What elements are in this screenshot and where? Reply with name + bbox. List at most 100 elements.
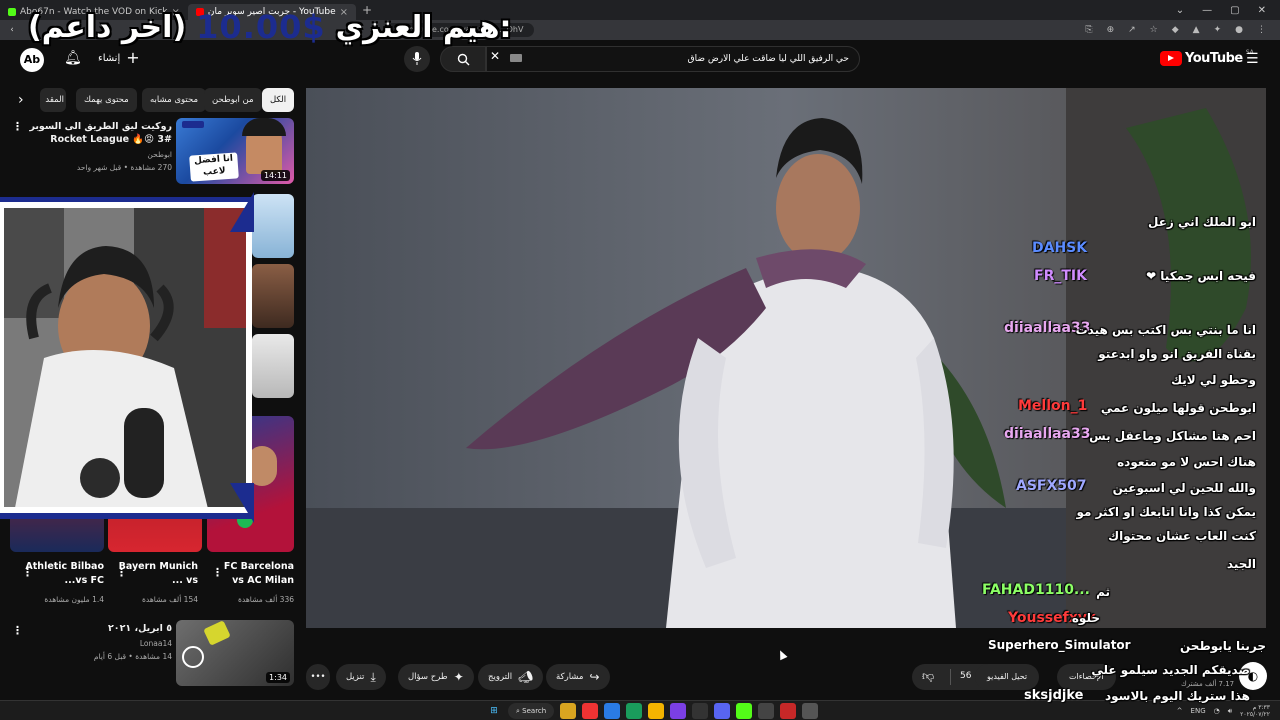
dislike-icon[interactable]: 👎︎ (922, 669, 934, 684)
short-thumbnail[interactable] (252, 264, 294, 328)
chat-username: Superhero_Simulator (988, 638, 1131, 652)
channel-name[interactable]: Lonaa14 (26, 638, 172, 649)
app-icon[interactable] (802, 703, 819, 719)
obs-icon[interactable] (780, 703, 797, 719)
bookmark-icon[interactable]: ☆ (1150, 25, 1158, 35)
close-window-icon[interactable]: ✕ (1258, 5, 1266, 16)
download-button[interactable]: تنزيل ⤓ (336, 664, 386, 690)
menu-icon[interactable]: ⋮ (1257, 25, 1266, 35)
promote-button[interactable]: الترويج 📣︎ (478, 664, 544, 690)
chat-message: حلوه (1071, 611, 1100, 625)
search-input[interactable]: حي الرفيق اللي ليا ضاقت علي الارض ضاق (486, 46, 860, 72)
chat-message: ابوطحن قولها ميلون عمي (1100, 401, 1256, 415)
zoom-icon[interactable]: ⊕ (1107, 25, 1115, 35)
discord-icon[interactable] (714, 703, 731, 719)
more-options-icon[interactable]: ⋮ (22, 566, 33, 579)
chat-message: ابو الملك اني زعل (1148, 215, 1256, 229)
video-title[interactable]: روكيت ليق الطريق الى السوبر #3 😡🔥 Rocket… (26, 120, 172, 146)
youtube-play-icon (1160, 51, 1182, 66)
promote-label: الترويج (488, 672, 513, 682)
edit-video-button[interactable]: تحيل الفيديو (975, 664, 1040, 690)
chip[interactable]: محتوى يهمك (76, 88, 137, 112)
browser-icon[interactable] (582, 703, 599, 719)
chip[interactable]: محتوى مشابه (142, 88, 206, 112)
kick-icon[interactable] (736, 703, 753, 719)
like-count: 56 (960, 671, 972, 681)
chat-message: يمكن كذا وانا اتابعك او اكثر مو (1076, 505, 1256, 519)
video-meta: 270 مشاهدة • قبل شهر واحد (76, 163, 172, 172)
more-options-icon[interactable]: ⋮ (12, 120, 23, 133)
search-icon (457, 53, 469, 65)
tab-search-icon[interactable]: ⌄ (1176, 5, 1184, 16)
youtube-logo[interactable]: YouTube SA (1160, 49, 1254, 66)
chat-message: هناك احس لا مو متعوده (1117, 455, 1256, 469)
mouse-cursor-icon (776, 648, 788, 661)
channel-name[interactable]: ابوطحن (26, 149, 172, 160)
store-icon[interactable] (604, 703, 621, 719)
video-title[interactable]: ٥ ابريل، ٢٠٢١ (26, 622, 172, 635)
streamer-webcam-overlay (0, 192, 254, 523)
donation-note: (اخر داعم) (28, 9, 187, 45)
windows-start-icon[interactable]: ⊞ (486, 703, 502, 719)
short-title[interactable]: Athletic Bilbao vs FC... (24, 560, 104, 588)
taskbar-search[interactable]: ⌕ Search (508, 703, 555, 719)
hamburger-menu-icon[interactable]: ☰ (1246, 51, 1259, 67)
chip-all[interactable]: الكل (262, 88, 295, 112)
donor-name: هيم العنزي: (335, 9, 512, 45)
more-options-icon[interactable]: ⋮ (212, 566, 223, 579)
wifi-icon[interactable]: ◔ (1214, 707, 1220, 715)
avatar[interactable]: Ab (20, 48, 44, 72)
short-thumbnail[interactable] (252, 334, 294, 398)
file-explorer-icon[interactable] (560, 703, 577, 719)
app-icon[interactable] (758, 703, 775, 719)
clock[interactable]: ٣:٣٣ م ٢٠٢٥/٠٧/٢٢ (1240, 704, 1270, 718)
short-title[interactable]: FC Barcelona vs AC Milan (214, 560, 294, 588)
chrome-icon[interactable] (648, 703, 665, 719)
edge-icon[interactable] (626, 703, 643, 719)
chevron-up-icon[interactable]: ^ (1177, 707, 1183, 715)
short-title[interactable]: Bayern Munich vs ... (118, 560, 198, 588)
chip[interactable]: المقد (40, 88, 66, 112)
extension-icon[interactable]: ◆ (1172, 25, 1179, 35)
keyboard-icon[interactable] (510, 54, 522, 62)
extensions-icon[interactable]: ✦ (1214, 25, 1222, 35)
back-icon[interactable]: ‹ (0, 25, 24, 35)
more-options-icon[interactable]: ⋮ (12, 624, 23, 637)
app-icon[interactable] (692, 703, 709, 719)
chat-username: FR_TIK (1034, 268, 1087, 284)
chat-message: فيحه ابس جمكيا ❤ (1146, 269, 1256, 283)
live-chat-overlay: DAHSK ابو الملك اني زعل FR_TIK فيحه ابس … (960, 210, 1270, 630)
chip[interactable]: من ابوطحن (204, 88, 262, 112)
clock-date: ٢٠٢٥/٠٧/٢٢ (1240, 711, 1270, 718)
chat-message: جربنا يابوطحن (1180, 639, 1266, 653)
notifications-bell-icon[interactable]: 🔔︎ (64, 50, 82, 66)
chat-message: صديقكم الجديد سيلمو علي (1091, 663, 1250, 677)
chat-username: Mellon_1 (1018, 398, 1088, 414)
short-thumbnail[interactable] (252, 194, 294, 258)
chat-username: DAHSK (1032, 240, 1088, 256)
share-icon[interactable]: ↗ (1128, 25, 1136, 35)
create-button[interactable]: إنشاء + (98, 50, 140, 66)
maximize-icon[interactable]: ▢ (1230, 5, 1239, 16)
video-thumbnail[interactable]: 1:34 (176, 620, 294, 686)
minimize-icon[interactable]: — (1202, 5, 1212, 16)
more-actions-button[interactable]: ••• (306, 664, 330, 690)
list-item[interactable]: انا افضل لاعب 14:11 روكيت ليق الطريق الى… (0, 116, 300, 188)
volume-icon[interactable]: 🔊︎ (1228, 707, 1232, 716)
chat-message: انا ما بنتي بس اكتب بس هيدت (1075, 323, 1256, 337)
more-options-icon[interactable]: ⋮ (116, 566, 127, 579)
translate-icon[interactable]: ⎘ (1085, 25, 1092, 35)
video-thumbnail[interactable]: انا افضل لاعب 14:11 (176, 118, 294, 184)
clear-search-icon[interactable]: ✕ (490, 49, 500, 63)
kick-favicon-icon (8, 8, 16, 16)
app-icon[interactable] (670, 703, 687, 719)
chevron-left-icon[interactable]: ‹ (18, 92, 24, 108)
divider (950, 669, 951, 685)
profile-icon[interactable]: ● (1235, 25, 1243, 35)
ask-button[interactable]: طرح سؤال ✦ (398, 664, 474, 690)
share-button[interactable]: مشاركة ↪ (546, 664, 610, 690)
create-label: إنشاء (98, 52, 121, 64)
language-indicator[interactable]: ENG (1191, 707, 1206, 715)
extension-icon[interactable]: ▲ (1193, 25, 1200, 35)
megaphone-icon: 📣︎ (518, 670, 534, 684)
